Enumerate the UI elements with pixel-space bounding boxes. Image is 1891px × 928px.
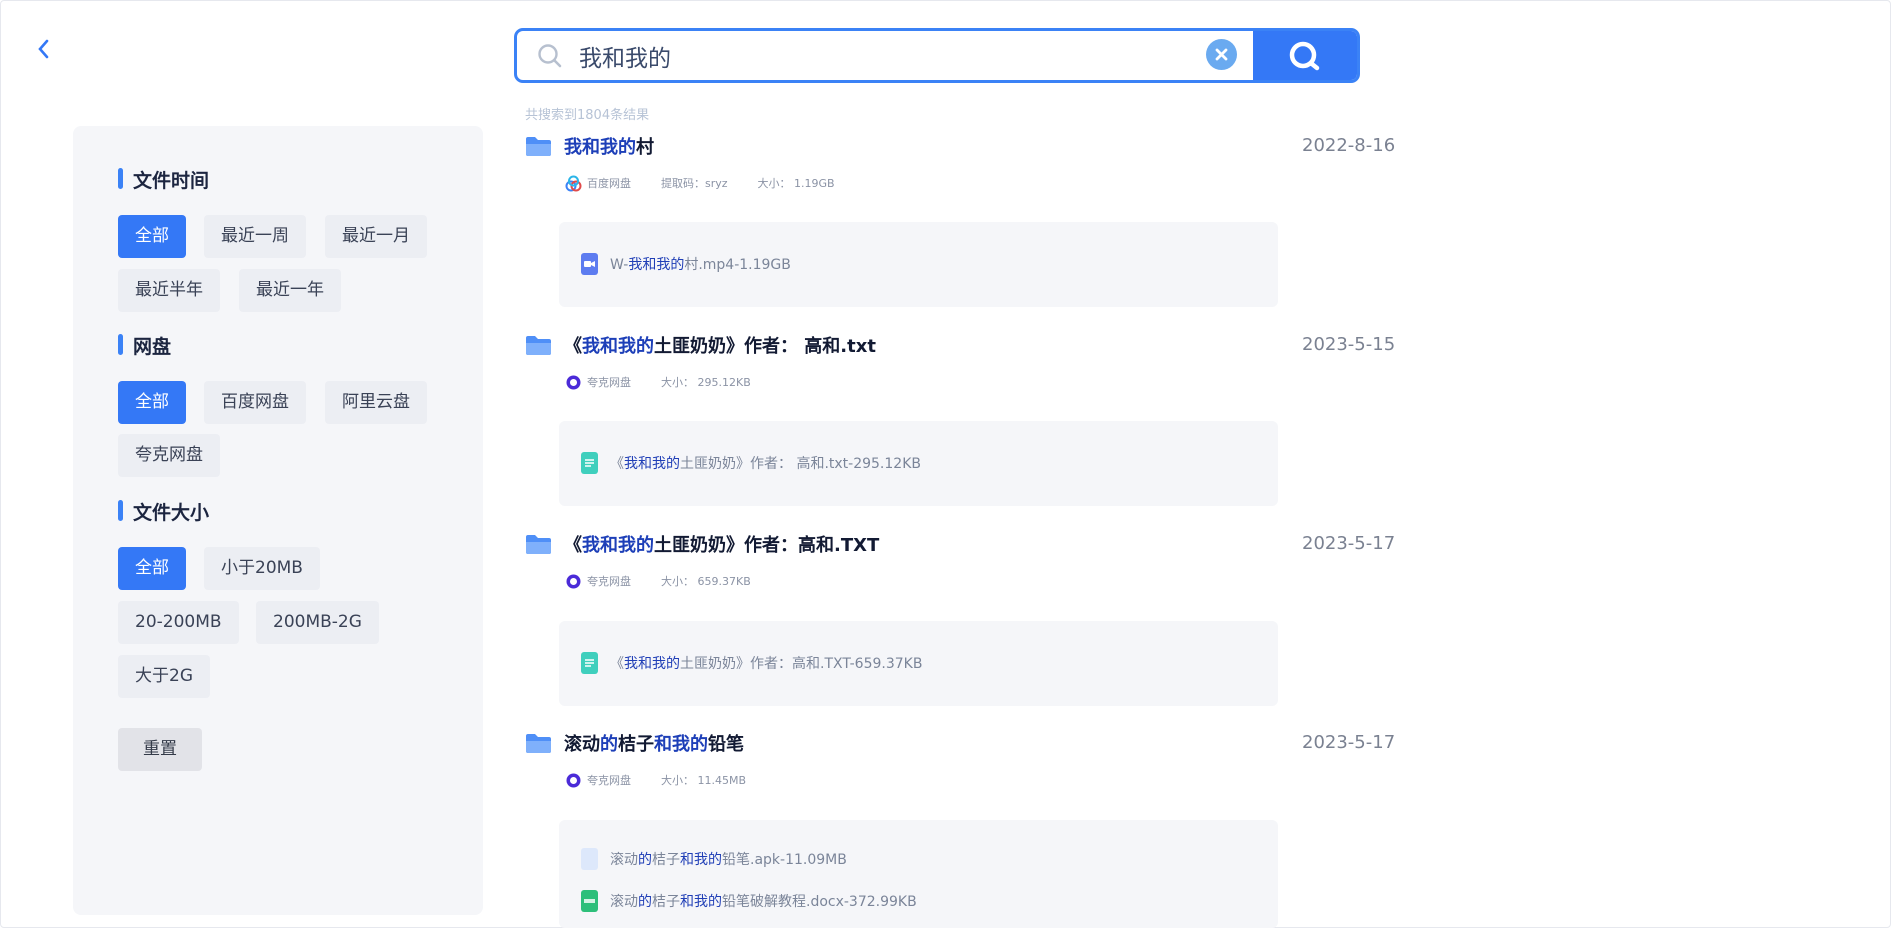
result-date: 2022-8-16 [1302, 135, 1396, 156]
disk-source: 百度网盘 [565, 175, 631, 192]
filter-disk-all[interactable]: 全部 [118, 381, 186, 424]
close-icon [1215, 48, 1228, 61]
result-title: 《我和我的土匪奶奶》作者： 高和.txt [564, 336, 876, 357]
result-count: 共搜索到1804条结果 [525, 108, 650, 123]
filter-size-under-20mb[interactable]: 小于20MB [204, 547, 320, 590]
baidu-disk-icon [565, 175, 582, 191]
result-title-link[interactable]: 《我和我的土匪奶奶》作者： 高和.txt [525, 330, 876, 360]
file-name: 滚动的桔子和我的铅笔.apk-11.09MB [610, 852, 847, 868]
filter-title-size: 文件大小 [118, 498, 209, 525]
result-meta: 百度网盘 提取码：sryz 大小： 1.19GB [565, 173, 865, 193]
filter-time-month[interactable]: 最近一月 [325, 215, 427, 258]
filter-title-time: 文件时间 [118, 166, 209, 193]
chevron-left-icon [38, 39, 49, 59]
folder-icon [526, 534, 551, 554]
filter-sidebar: 文件时间 全部 最近一周 最近一月 最近半年 最近一年 网盘 全部 百度网盘 阿… [73, 126, 483, 915]
filter-time-half-year[interactable]: 最近半年 [118, 269, 220, 312]
result-date: 2023-5-17 [1302, 533, 1396, 554]
result-date: 2023-5-15 [1302, 334, 1396, 355]
file-list: W-我和我的村.mp4-1.19GB [559, 222, 1278, 307]
folder-icon [526, 335, 551, 355]
file-item[interactable]: W-我和我的村.mp4-1.19GB [581, 252, 791, 276]
back-button[interactable] [34, 36, 54, 62]
disk-source: 夸克网盘 [565, 573, 631, 590]
filter-time-week[interactable]: 最近一周 [204, 215, 306, 258]
folder-icon [526, 733, 551, 753]
result-title-link[interactable]: 我和我的村 [525, 131, 654, 161]
file-name: 《我和我的土匪奶奶》作者： 高和.txt-295.12KB [610, 456, 921, 472]
file-list: 《我和我的土匪奶奶》作者： 高和.txt-295.12KB [559, 421, 1278, 506]
disk-source: 夸克网盘 [565, 374, 631, 391]
result-title-link[interactable]: 滚动的桔子和我的铅笔 [525, 728, 744, 758]
text-file-icon [581, 652, 598, 674]
search-icon [1289, 41, 1320, 71]
search-bar [514, 28, 1360, 83]
file-name: 滚动的桔子和我的铅笔破解教程.docx-372.99KB [610, 894, 917, 910]
filter-size-all[interactable]: 全部 [118, 547, 186, 590]
search-icon [538, 44, 562, 68]
quark-disk-icon [566, 375, 581, 389]
result-title: 滚动的桔子和我的铅笔 [564, 734, 744, 755]
quark-disk-icon [566, 574, 581, 588]
filter-size-200mb-2g[interactable]: 200MB-2G [256, 601, 379, 644]
file-list: 滚动的桔子和我的铅笔.apk-11.09MB 滚动的桔子和我的铅笔破解教程.do… [559, 820, 1278, 928]
file-size: 大小： 659.37KB [661, 575, 751, 588]
result-title: 《我和我的土匪奶奶》作者：高和.TXT [564, 535, 880, 556]
search-input[interactable] [579, 37, 1199, 75]
quark-disk-icon [566, 773, 581, 787]
clear-search-button[interactable] [1206, 39, 1237, 70]
file-list: 《我和我的土匪奶奶》作者：高和.TXT-659.37KB [559, 621, 1278, 706]
filter-disk-baidu[interactable]: 百度网盘 [204, 381, 306, 424]
filter-disk-quark[interactable]: 夸克网盘 [118, 434, 220, 477]
extraction-code: 提取码：sryz [661, 177, 728, 190]
reset-button[interactable]: 重置 [118, 728, 202, 771]
file-item[interactable]: 滚动的桔子和我的铅笔.apk-11.09MB [581, 847, 847, 871]
filter-time-all[interactable]: 全部 [118, 215, 186, 258]
result-meta: 夸克网盘 大小： 659.37KB [565, 571, 781, 591]
video-file-icon [581, 253, 598, 275]
file-item[interactable]: 《我和我的土匪奶奶》作者：高和.TXT-659.37KB [581, 651, 922, 675]
filter-size-over-2g[interactable]: 大于2G [118, 655, 210, 698]
search-submit-button[interactable] [1253, 31, 1357, 80]
folder-icon [526, 136, 551, 156]
result-title-link[interactable]: 《我和我的土匪奶奶》作者：高和.TXT [525, 529, 879, 559]
text-file-icon [581, 452, 598, 474]
file-size: 大小： 11.45MB [661, 774, 747, 787]
result-meta: 夸克网盘 大小： 295.12KB [565, 372, 781, 392]
file-name: 《我和我的土匪奶奶》作者：高和.TXT-659.37KB [610, 656, 923, 672]
file-name: W-我和我的村.mp4-1.19GB [610, 257, 791, 273]
file-item[interactable]: 滚动的桔子和我的铅笔破解教程.docx-372.99KB [581, 889, 917, 913]
filter-time-year[interactable]: 最近一年 [239, 269, 341, 312]
doc-file-icon [581, 890, 598, 912]
result-meta: 夸克网盘 大小： 11.45MB [565, 770, 776, 790]
file-size: 大小： 1.19GB [757, 177, 835, 190]
folder-file-icon [581, 848, 598, 870]
disk-source: 夸克网盘 [565, 772, 631, 789]
filter-size-20-200mb[interactable]: 20-200MB [118, 601, 239, 644]
filter-disk-aliyun[interactable]: 阿里云盘 [325, 381, 427, 424]
filter-title-disk: 网盘 [118, 332, 171, 359]
file-size: 大小： 295.12KB [661, 376, 751, 389]
file-item[interactable]: 《我和我的土匪奶奶》作者： 高和.txt-295.12KB [581, 451, 921, 475]
result-date: 2023-5-17 [1302, 732, 1396, 753]
result-title: 我和我的村 [564, 137, 654, 158]
